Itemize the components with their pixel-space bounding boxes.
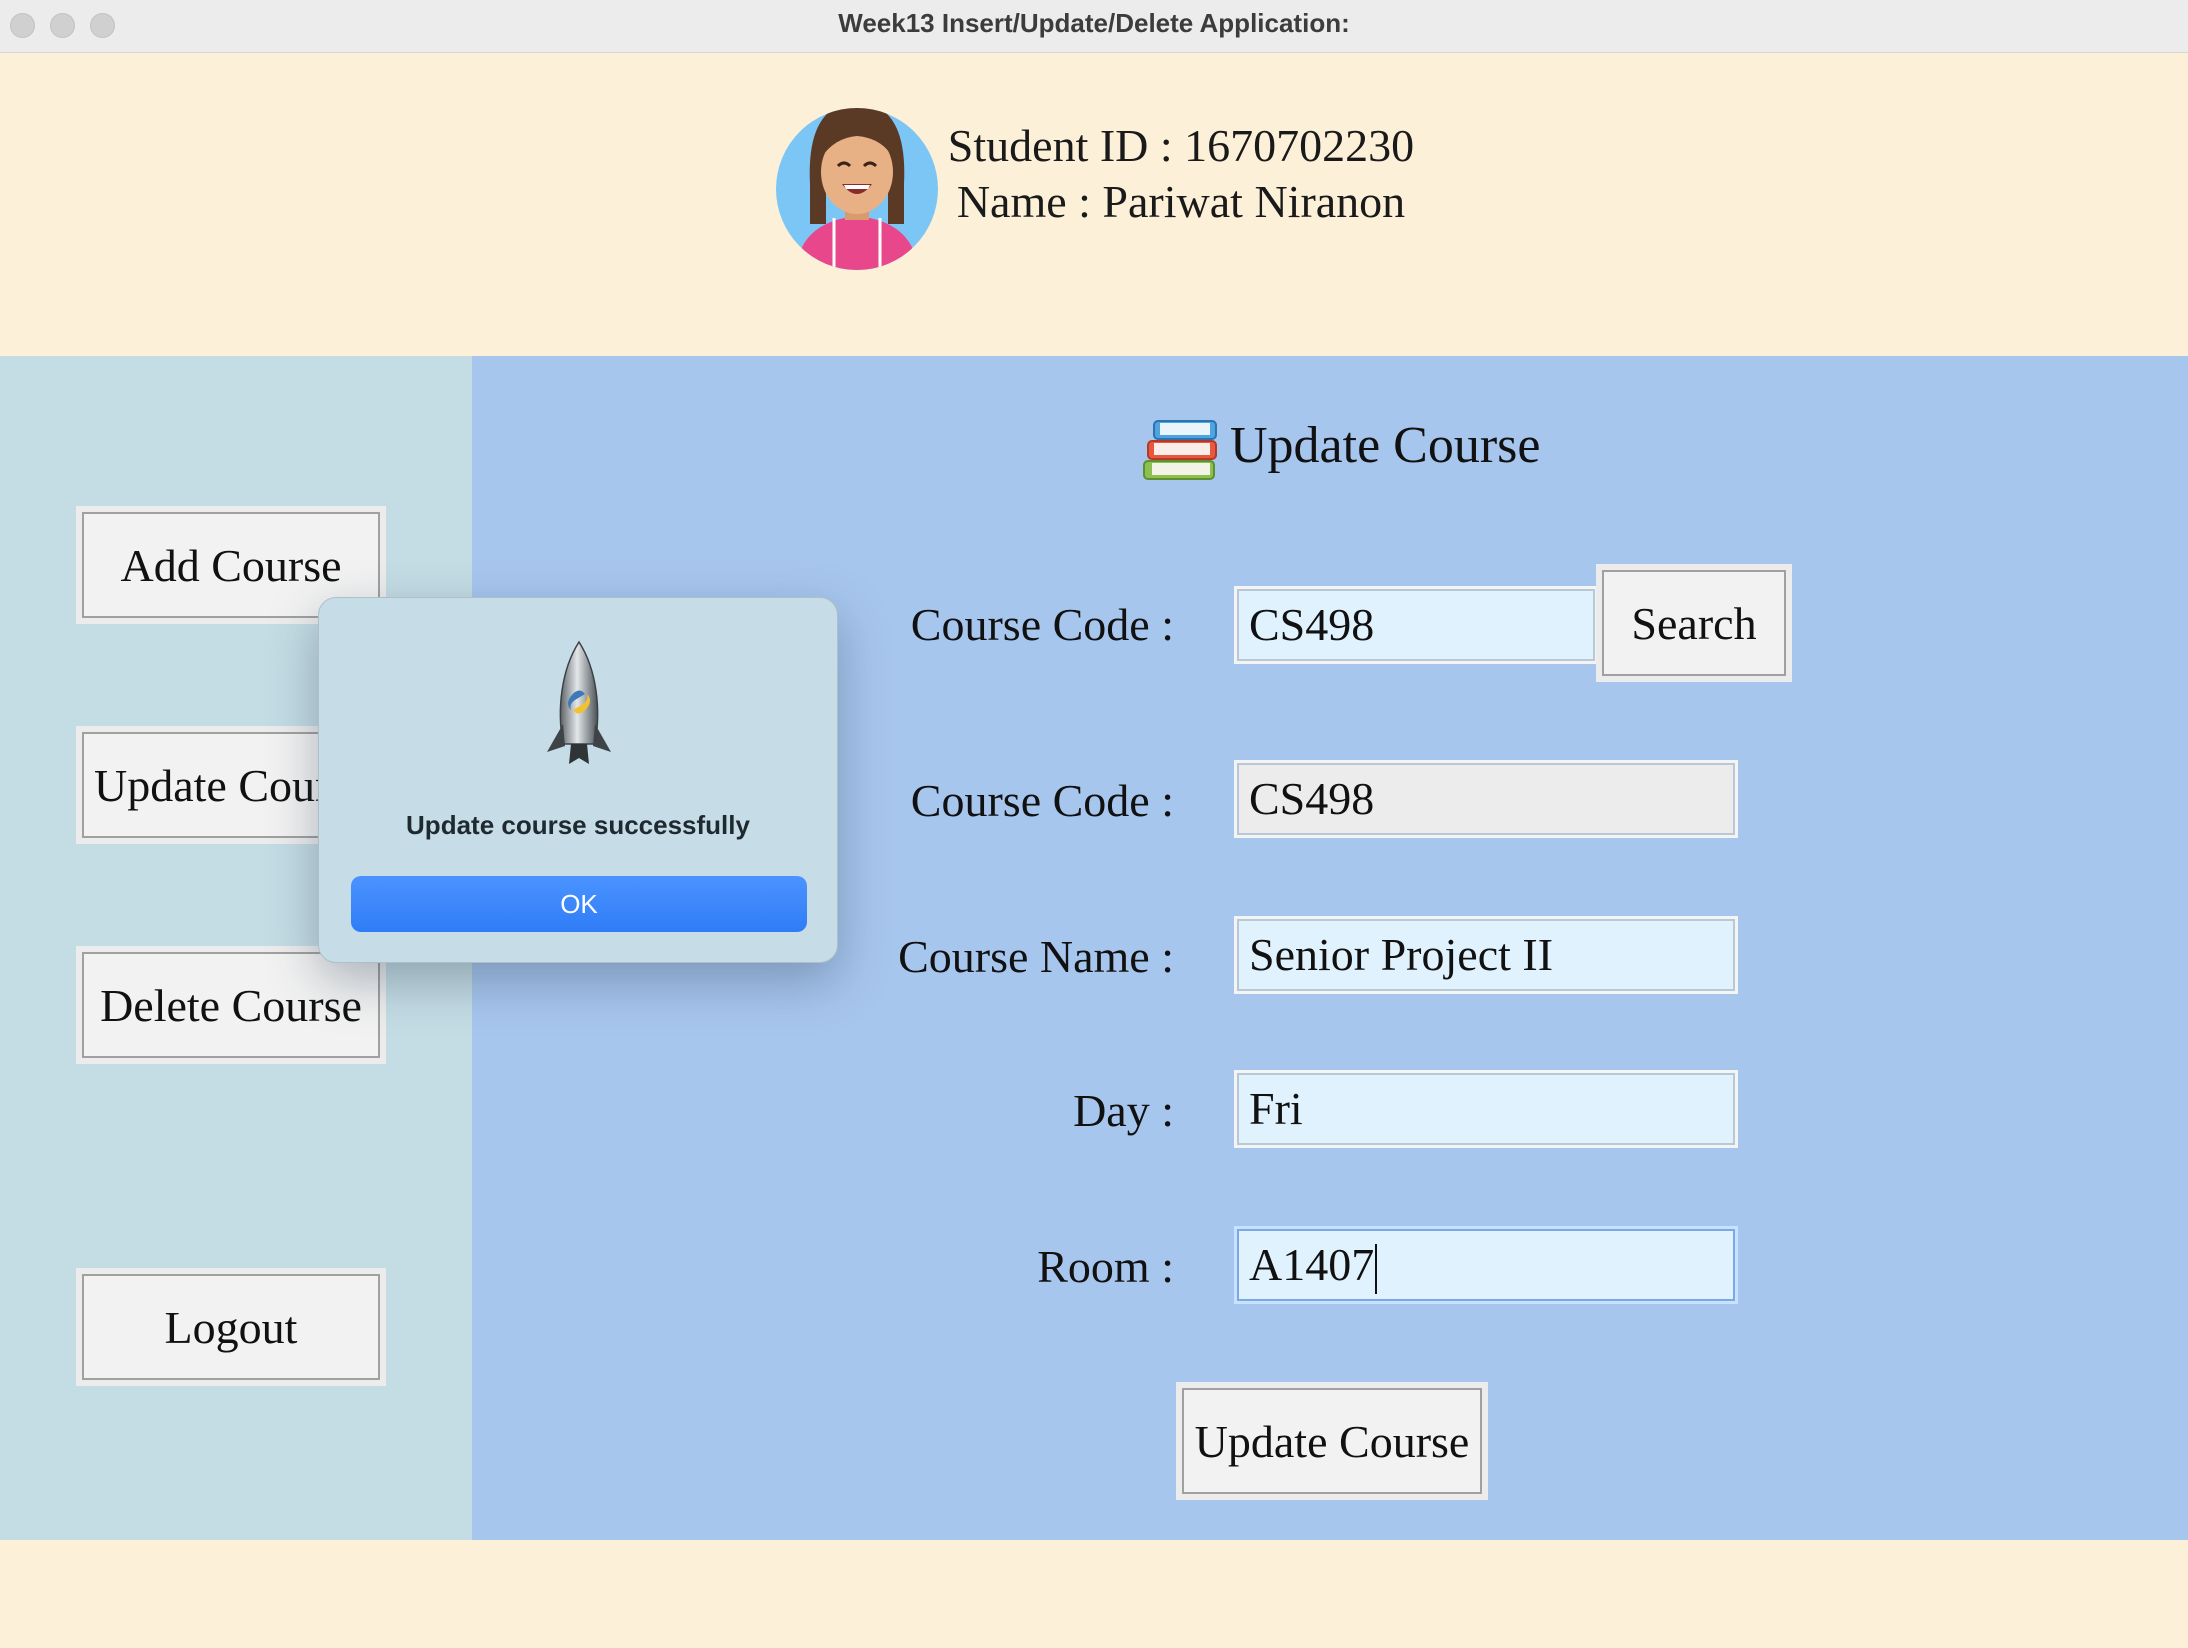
- day-input[interactable]: Fri: [1234, 1070, 1738, 1148]
- search-code-input[interactable]: CS498: [1234, 586, 1598, 664]
- course-name-label: Course Name :: [898, 931, 1174, 982]
- search-code-label: Course Code :: [910, 599, 1174, 650]
- course-name-input[interactable]: Senior Project II: [1234, 916, 1738, 994]
- day-label: Day :: [1073, 1085, 1174, 1136]
- ok-button[interactable]: OK: [351, 876, 807, 932]
- student-info: Student ID : 1670702230 Name : Pariwat N…: [946, 118, 1416, 230]
- heading-text: Update Course: [1230, 416, 1541, 474]
- room-input-value: A1407: [1249, 1239, 1375, 1290]
- success-dialog: Update course successfully OK: [318, 597, 838, 963]
- student-id-label: Student ID : 1670702230: [947, 120, 1415, 171]
- course-code-field: CS498: [1234, 760, 1738, 838]
- dialog-message: Update course successfully: [406, 810, 750, 840]
- search-button[interactable]: Search: [1596, 564, 1792, 682]
- logout-button[interactable]: Logout: [76, 1268, 386, 1386]
- update-course-button[interactable]: Update Course: [1176, 1382, 1488, 1500]
- window-title: Week13 Insert/Update/Delete Application:: [838, 8, 1350, 38]
- delete-course-button[interactable]: Delete Course: [76, 946, 386, 1064]
- page-heading: Update Course: [1140, 400, 1540, 490]
- title-bar: Week13 Insert/Update/Delete Application:: [0, 0, 2188, 53]
- python-rocket-icon: [547, 640, 611, 764]
- room-label: Room :: [1037, 1241, 1174, 1292]
- student-name-label: Name : Pariwat Niranon: [956, 176, 1406, 227]
- room-input[interactable]: A1407: [1234, 1226, 1738, 1304]
- avatar-icon: [776, 108, 938, 270]
- text-caret: [1375, 1244, 1378, 1295]
- books-icon: [1143, 420, 1217, 480]
- course-code-label: Course Code :: [910, 775, 1174, 826]
- footer-panel: [0, 1540, 2188, 1648]
